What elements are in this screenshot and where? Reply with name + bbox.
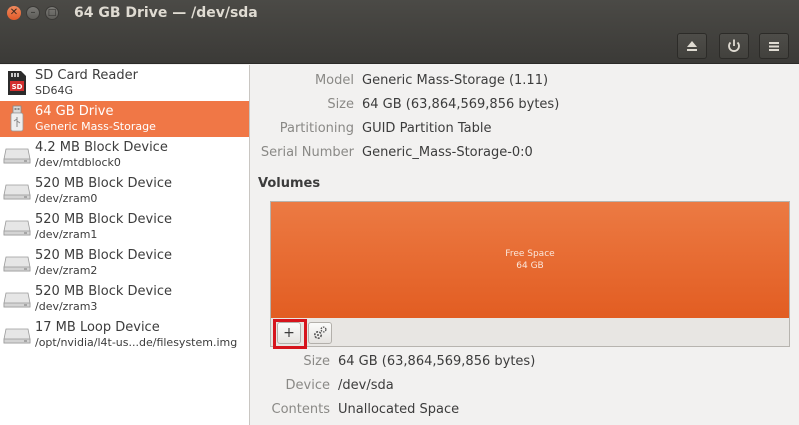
device-item-64gb-drive[interactable]: 64 GB Drive Generic Mass-Storage [0,101,249,137]
device-subtitle: Generic Mass-Storage [35,120,156,133]
volume-size-value: 64 GB (63,864,569,856 bytes) [338,354,536,369]
volume-device-value: /dev/sda [338,378,394,393]
maximize-icon: □ [47,7,57,18]
power-icon [728,39,740,52]
close-icon: ✕ [9,7,19,18]
device-subtitle: /dev/zram3 [35,300,98,313]
free-space-segment[interactable]: Free Space 64 GB [271,202,789,318]
minimize-window-button[interactable]: – [26,6,40,20]
device-name: 64 GB Drive [35,104,114,119]
segment-size: 64 GB [516,261,544,271]
device-item-zram2[interactable]: 520 MB Block Device /dev/zram2 [0,245,249,281]
model-row: Model Generic Mass-Storage (1.11) [251,73,548,88]
volume-contents-row: Contents Unallocated Space [251,402,460,417]
window-controls: ✕ – □ [7,6,59,20]
volume-contents-value: Unallocated Space [338,402,460,417]
device-list: SD SD Card Reader SD64G 64 GB Drive Gene… [0,65,250,425]
gears-icon [313,326,327,340]
device-subtitle: /dev/zram0 [35,192,98,205]
close-window-button[interactable]: ✕ [7,6,21,20]
device-subtitle: /opt/nvidia/l4t-us...de/filesystem.img [35,336,238,349]
device-name: SD Card Reader [35,68,138,83]
device-name: 520 MB Block Device [35,212,172,227]
volume-size-label: Size [303,354,330,369]
device-name: 4.2 MB Block Device [35,140,168,155]
sd-card-icon: SD [3,69,31,97]
window-title: 64 GB Drive — /dev/sda [74,5,258,21]
header-bar: ✕ – □ 64 GB Drive — /dev/sda [0,0,799,64]
device-item-loop-device[interactable]: 17 MB Loop Device /opt/nvidia/l4t-us...d… [0,317,249,353]
device-subtitle: SD64G [35,84,73,97]
device-item-zram1[interactable]: 520 MB Block Device /dev/zram1 [0,209,249,245]
disk-icon [3,285,31,313]
device-item-sd-card-reader[interactable]: SD SD Card Reader SD64G [0,65,249,101]
volume-device-label: Device [285,378,330,393]
device-subtitle: /dev/mtdblock0 [35,156,121,169]
size-value: 64 GB (63,864,569,856 bytes) [362,97,560,112]
menu-icon [769,42,779,51]
highlight-box [273,319,307,349]
partitioning-label: Partitioning [279,121,354,136]
segment-title: Free Space [505,249,555,259]
volume-contents-label: Contents [271,402,330,417]
disk-icon [3,141,31,169]
drive-details-panel: Model Generic Mass-Storage (1.11) Size 6… [251,65,799,425]
device-name: 520 MB Block Device [35,248,172,263]
volume-map: Free Space 64 GB + [270,201,790,349]
disk-icon [3,213,31,241]
size-row: Size 64 GB (63,864,569,856 bytes) [251,97,559,112]
serial-row: Serial Number Generic_Mass-Storage-0:0 [251,145,533,160]
serial-label: Serial Number [260,145,354,160]
eject-button[interactable] [677,33,707,59]
model-label: Model [314,73,354,88]
eject-icon [687,41,697,51]
maximize-window-button[interactable]: □ [45,6,59,20]
partitioning-row: Partitioning GUID Partition Table [251,121,492,136]
device-name: 520 MB Block Device [35,284,172,299]
sd-badge: SD [12,83,23,91]
volume-size-row: Size 64 GB (63,864,569,856 bytes) [251,354,535,369]
device-item-zram3[interactable]: 520 MB Block Device /dev/zram3 [0,281,249,317]
disk-icon [3,249,31,277]
menu-button[interactable] [759,33,789,59]
disk-icon [3,321,31,349]
device-name: 17 MB Loop Device [35,320,160,335]
device-item-zram0[interactable]: 520 MB Block Device /dev/zram0 [0,173,249,209]
minimize-icon: – [30,7,36,18]
size-label: Size [327,97,354,112]
volume-device-row: Device /dev/sda [251,378,394,393]
model-value: Generic Mass-Storage (1.11) [362,73,549,88]
device-name: 520 MB Block Device [35,176,172,191]
serial-value: Generic_Mass-Storage-0:0 [362,145,533,160]
device-subtitle: /dev/zram1 [35,228,98,241]
volumes-heading: Volumes [258,176,321,191]
power-off-button[interactable] [719,33,749,59]
disk-icon [3,177,31,205]
usb-drive-icon [3,105,31,133]
partitioning-value: GUID Partition Table [362,121,492,136]
device-subtitle: /dev/zram2 [35,264,98,277]
partition-settings-button[interactable] [308,322,332,344]
device-item-mtdblock0[interactable]: 4.2 MB Block Device /dev/mtdblock0 [0,137,249,173]
